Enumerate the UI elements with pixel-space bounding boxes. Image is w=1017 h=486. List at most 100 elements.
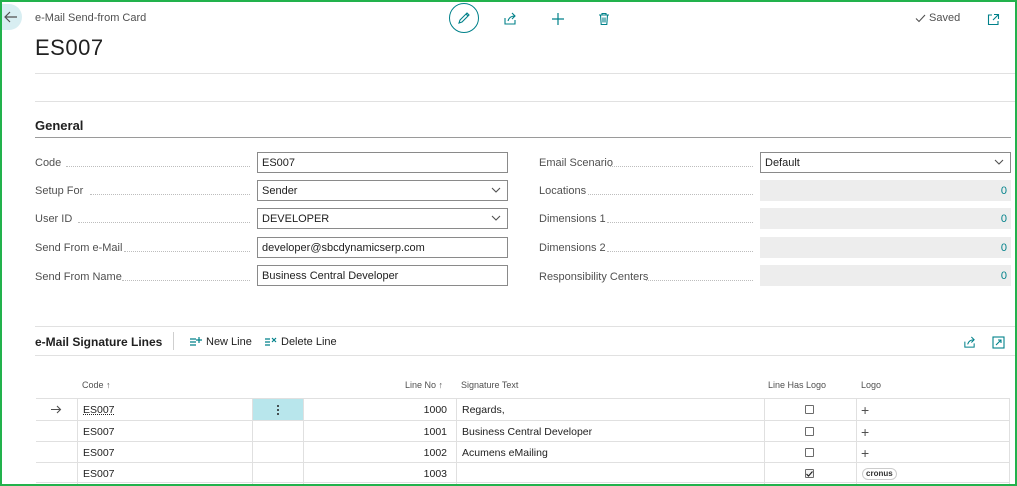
row-line-no[interactable]: 1000 xyxy=(303,399,447,420)
send-from-name-value: Business Central Developer xyxy=(262,269,399,282)
sort-arrow-icon: ↑ xyxy=(438,380,444,390)
email-scenario-leader xyxy=(610,166,753,167)
delete-button[interactable] xyxy=(591,6,617,32)
signature-lines-title[interactable]: e-Mail Signature Lines xyxy=(35,335,162,349)
send-from-name-leader xyxy=(122,280,250,281)
grid-divider xyxy=(303,398,304,484)
dimensions-2-leader xyxy=(607,251,753,252)
setup-for-select[interactable]: Sender xyxy=(257,180,508,201)
dimensions-1-label: Dimensions 1 xyxy=(539,213,606,225)
row-code[interactable]: ES007 xyxy=(83,399,115,420)
send-from-name-field[interactable]: Business Central Developer xyxy=(257,265,508,286)
row-logo[interactable]: + xyxy=(861,442,869,463)
email-scenario-value: Default xyxy=(765,156,800,169)
grid-divider xyxy=(1009,398,1010,484)
row-logo[interactable]: + xyxy=(861,421,869,442)
back-arrow-icon xyxy=(4,11,17,23)
table-row[interactable]: ES007 1000 Regards, + xyxy=(36,398,1010,420)
row-signature-text[interactable]: Regards, xyxy=(462,399,505,420)
new-line-button[interactable]: New Line xyxy=(189,334,252,350)
row-line-no[interactable]: 1002 xyxy=(303,442,447,463)
col-code-label: Code xyxy=(82,380,104,390)
responsibility-centers-leader xyxy=(646,280,753,281)
general-section-rule xyxy=(35,137,1011,138)
locations-value[interactable]: 0 xyxy=(760,180,1011,201)
dimensions-1-leader xyxy=(607,222,753,223)
edit-button[interactable] xyxy=(449,3,479,33)
delete-line-label: Delete Line xyxy=(281,336,337,348)
row-actions-button[interactable] xyxy=(253,399,303,420)
toolbar-separator xyxy=(173,332,174,350)
factbox-divider xyxy=(35,101,1015,102)
row-logo[interactable]: + xyxy=(861,399,869,420)
locations-label: Locations xyxy=(539,185,587,197)
row-has-logo-checkbox[interactable] xyxy=(805,463,814,484)
new-button[interactable] xyxy=(545,6,571,32)
delete-line-icon xyxy=(265,337,277,346)
row-signature-text[interactable]: Acumens eMailing xyxy=(462,442,548,463)
send-from-email-value: developer@sbcdynamicserp.com xyxy=(262,241,425,254)
grid-divider xyxy=(252,398,253,484)
user-id-leader xyxy=(78,222,250,223)
checkbox-unchecked-icon xyxy=(805,405,814,414)
email-scenario-select[interactable]: Default xyxy=(760,152,1011,173)
trash-icon xyxy=(599,12,609,26)
row-has-logo-checkbox[interactable] xyxy=(805,442,814,463)
general-section-title[interactable]: General xyxy=(35,118,83,133)
share-button[interactable] xyxy=(497,6,523,32)
col-signature-text-header[interactable]: Signature Text xyxy=(461,380,518,390)
pencil-icon xyxy=(458,12,470,24)
row-code[interactable]: ES007 xyxy=(83,463,115,484)
row-has-logo-checkbox[interactable] xyxy=(805,421,814,442)
checkbox-unchecked-icon xyxy=(805,448,814,457)
delete-line-button[interactable]: Delete Line xyxy=(264,334,337,350)
logo-picture: cronus xyxy=(862,467,897,480)
grid-divider xyxy=(77,398,78,484)
grid-divider xyxy=(764,398,765,484)
grid-divider xyxy=(456,398,457,484)
send-from-name-label: Send From Name xyxy=(35,271,122,283)
row-has-logo-checkbox[interactable] xyxy=(805,399,814,420)
back-button[interactable] xyxy=(0,4,22,30)
col-code-header[interactable]: Code ↑ xyxy=(82,380,111,390)
setup-for-leader xyxy=(90,194,250,195)
share-icon xyxy=(504,12,516,25)
lines-top-divider xyxy=(35,326,1015,327)
expand-icon xyxy=(991,335,1005,349)
row-logo-image[interactable]: cronus xyxy=(862,463,897,484)
saved-status: Saved xyxy=(915,12,960,24)
send-from-email-field[interactable]: developer@sbcdynamicserp.com xyxy=(257,237,508,258)
user-id-label: User ID xyxy=(35,213,73,225)
row-line-no[interactable]: 1001 xyxy=(303,421,447,442)
new-line-icon xyxy=(190,337,202,346)
col-line-no-header[interactable]: Line No ↑ xyxy=(405,380,443,390)
responsibility-centers-label: Responsibility Centers xyxy=(539,271,649,283)
code-field[interactable]: ES007 xyxy=(257,152,508,173)
responsibility-centers-value[interactable]: 0 xyxy=(760,265,1011,286)
dimensions-2-label: Dimensions 2 xyxy=(539,242,606,254)
chevron-down-icon xyxy=(491,215,501,221)
lines-toolbar-divider xyxy=(35,355,1015,356)
open-new-window-button[interactable] xyxy=(980,6,1006,32)
checkbox-unchecked-icon xyxy=(805,427,814,436)
code-value: ES007 xyxy=(262,156,296,169)
email-scenario-label: Email Scenario xyxy=(539,157,613,169)
chevron-down-icon xyxy=(994,159,1004,165)
row-code[interactable]: ES007 xyxy=(83,421,115,442)
row-signature-text[interactable]: Business Central Developer xyxy=(462,421,592,442)
lines-expand-button[interactable] xyxy=(985,329,1011,355)
row-line-no[interactable]: 1003 xyxy=(303,463,447,484)
col-line-no-label: Line No xyxy=(405,380,437,390)
table-row[interactable]: ES007 1003 cronus xyxy=(36,462,1010,483)
row-code[interactable]: ES007 xyxy=(83,442,115,463)
table-row[interactable]: ES007 1001 Business Central Developer + xyxy=(36,420,1010,441)
user-id-value: DEVELOPER xyxy=(262,212,330,225)
user-id-select[interactable]: DEVELOPER xyxy=(257,208,508,229)
lines-share-button[interactable] xyxy=(956,329,982,355)
col-has-logo-header[interactable]: Line Has Logo xyxy=(768,380,826,390)
col-logo-header[interactable]: Logo xyxy=(861,380,881,390)
checkbox-checked-icon xyxy=(805,469,814,478)
dimensions-1-value[interactable]: 0 xyxy=(760,208,1011,229)
dimensions-2-value[interactable]: 0 xyxy=(760,237,1011,258)
table-row[interactable]: ES007 1002 Acumens eMailing + xyxy=(36,441,1010,462)
